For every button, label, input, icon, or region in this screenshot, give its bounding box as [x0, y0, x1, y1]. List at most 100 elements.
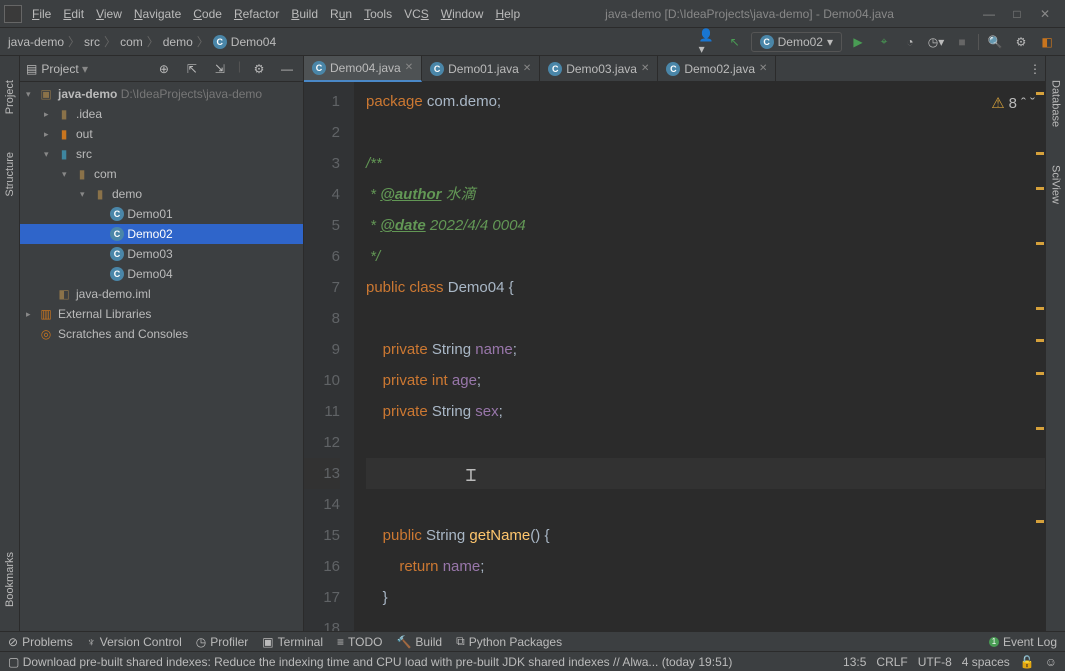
event-log[interactable]: 1 Event Log — [989, 635, 1057, 649]
coverage-button[interactable]: ◔ — [900, 32, 920, 52]
line-separator[interactable]: CRLF — [876, 655, 907, 669]
menu-view[interactable]: View — [90, 5, 128, 23]
menu-tools[interactable]: Tools — [358, 5, 398, 23]
close-icon[interactable]: ✕ — [405, 62, 413, 73]
caret-position[interactable]: 13:5 — [843, 655, 866, 669]
ide-features-icon[interactable]: ◧ — [1037, 32, 1057, 52]
editor-tab-active[interactable]: C Demo04.java ✕ — [304, 56, 422, 82]
tw-python-packages[interactable]: ⧉Python Packages — [456, 634, 562, 649]
tree-item[interactable]: ◧ java-demo.iml — [20, 284, 303, 304]
tree-class[interactable]: C Demo03 — [20, 244, 303, 264]
titlebar: File Edit View Navigate Code Refactor Bu… — [0, 0, 1065, 28]
tree-class[interactable]: C Demo01 — [20, 204, 303, 224]
close-icon[interactable]: ✕ — [759, 63, 767, 74]
status-message[interactable]: Download pre-built shared indexes: Reduc… — [23, 655, 843, 669]
breadcrumb-item[interactable]: Demo04 — [231, 35, 276, 49]
tree-external-libs[interactable]: ▸ ▥ External Libraries — [20, 304, 303, 324]
stop-button[interactable]: ■ — [952, 32, 972, 52]
tw-profiler[interactable]: ◷Profiler — [196, 635, 249, 649]
hammer-icon[interactable]: ↖ — [725, 32, 745, 52]
encoding[interactable]: UTF-8 — [918, 655, 952, 669]
breadcrumb-item[interactable]: java-demo — [8, 35, 64, 49]
tree-item[interactable]: ▾ ▮ com — [20, 164, 303, 184]
add-config-icon[interactable]: 👤▾ — [699, 32, 719, 52]
more-icon[interactable]: ⋮ — [1025, 59, 1045, 79]
tw-build[interactable]: 🔨Build — [396, 635, 442, 649]
tree-class-selected[interactable]: C Demo02 — [20, 224, 303, 244]
chevron-right-icon[interactable]: ▸ — [26, 309, 38, 320]
gear-icon[interactable]: ⚙ — [249, 59, 269, 79]
tree-item[interactable]: ▾ ▮ demo — [20, 184, 303, 204]
tw-terminal[interactable]: ▣Terminal — [262, 635, 323, 649]
tree-item[interactable]: ▾ ▮ src — [20, 144, 303, 164]
close-button[interactable]: ✕ — [1037, 6, 1053, 22]
settings-icon[interactable]: ⚙ — [1011, 32, 1031, 52]
editor-tab[interactable]: C Demo01.java ✕ — [422, 56, 540, 82]
editor-content[interactable]: 123456789101112131415161718 package com.… — [304, 82, 1045, 631]
code-area[interactable]: package com.demo; /** * @author 水滴 * @da… — [354, 82, 1045, 631]
breadcrumb-item[interactable]: demo — [163, 35, 193, 49]
tree-path: D:\IdeaProjects\java-demo — [121, 87, 262, 101]
chevron-right-icon[interactable]: ▸ — [44, 129, 56, 140]
tw-version-control[interactable]: ♆Version Control — [87, 635, 182, 649]
menu-help[interactable]: Help — [489, 5, 526, 23]
breadcrumb-item[interactable]: src — [84, 35, 100, 49]
menu-vcs[interactable]: VCS — [398, 5, 435, 23]
chevron-down-icon[interactable]: ▾ — [62, 169, 74, 180]
tool-tab-database[interactable]: Database — [1050, 76, 1062, 131]
menu-run[interactable]: Run — [324, 5, 358, 23]
tree-item[interactable]: ▸ ▮ .idea — [20, 104, 303, 124]
breadcrumb-item[interactable]: com — [120, 35, 143, 49]
chevron-up-icon[interactable]: ˆ — [1021, 88, 1026, 119]
indent[interactable]: 4 spaces — [962, 655, 1010, 669]
menu-code[interactable]: Code — [187, 5, 228, 23]
tree-scratches[interactable]: ◎ Scratches and Consoles — [20, 324, 303, 344]
menu-window[interactable]: Window — [435, 5, 490, 23]
readonly-icon[interactable]: 🔓 — [1020, 655, 1035, 669]
minimize-button[interactable]: — — [981, 6, 997, 22]
chevron-down-icon[interactable]: ▾ — [26, 89, 38, 100]
hide-icon[interactable]: — — [277, 59, 297, 79]
project-tree[interactable]: ▾ ▣ java-demo D:\IdeaProjects\java-demo … — [20, 82, 303, 631]
inspection-widget[interactable]: ⚠ 8 ˆ ˇ — [991, 88, 1035, 119]
folder-icon: ▮ — [56, 127, 72, 141]
debug-button[interactable]: ⌖ — [874, 32, 894, 52]
ide-status-icon[interactable]: ☺ — [1045, 655, 1057, 669]
chevron-right-icon[interactable]: ▸ — [44, 109, 56, 120]
error-stripe[interactable] — [1035, 82, 1045, 631]
maximize-button[interactable]: □ — [1009, 6, 1025, 22]
tool-tab-sciview[interactable]: SciView — [1050, 161, 1062, 208]
tool-tab-bookmarks[interactable]: Bookmarks — [4, 548, 16, 611]
tool-tab-project[interactable]: Project — [4, 76, 16, 118]
search-icon[interactable]: 🔍 — [985, 32, 1005, 52]
chevron-down-icon[interactable]: ▾ — [80, 189, 92, 200]
chevron-down-icon[interactable]: ▾ — [44, 149, 56, 160]
menu-build[interactable]: Build — [285, 5, 324, 23]
tree-root[interactable]: ▾ ▣ java-demo D:\IdeaProjects\java-demo — [20, 84, 303, 104]
tree-item[interactable]: ▸ ▮ out — [20, 124, 303, 144]
gutter[interactable]: 123456789101112131415161718 — [304, 82, 354, 631]
project-panel-title[interactable]: Project ▾ — [41, 62, 154, 76]
tree-class[interactable]: C Demo04 — [20, 264, 303, 284]
profile-button[interactable]: ◷▾ — [926, 32, 946, 52]
menu-file[interactable]: File — [26, 5, 57, 23]
tw-problems[interactable]: ⊘Problems — [8, 635, 73, 649]
expand-icon[interactable]: ⇱ — [182, 59, 202, 79]
editor-tab[interactable]: C Demo02.java ✕ — [658, 56, 776, 82]
run-button[interactable]: ▶ — [848, 32, 868, 52]
bottom-toolwindows: ⊘Problems ♆Version Control ◷Profiler ▣Te… — [0, 631, 1065, 651]
class-icon: C — [213, 35, 227, 49]
menu-refactor[interactable]: Refactor — [228, 5, 285, 23]
collapse-icon[interactable]: ⇲ — [210, 59, 230, 79]
menu-navigate[interactable]: Navigate — [128, 5, 187, 23]
menu-edit[interactable]: Edit — [57, 5, 90, 23]
close-icon[interactable]: ✕ — [641, 63, 649, 74]
tool-tab-structure[interactable]: Structure — [4, 148, 16, 201]
locate-icon[interactable]: ⊕ — [154, 59, 174, 79]
close-icon[interactable]: ✕ — [523, 63, 531, 74]
editor-tab[interactable]: C Demo03.java ✕ — [540, 56, 658, 82]
left-tool-strip: Project Structure Bookmarks — [0, 56, 20, 631]
tw-todo[interactable]: ≡TODO — [337, 635, 382, 649]
run-config-selector[interactable]: C Demo02 ▾ — [751, 32, 842, 52]
status-icon[interactable]: ▢ — [8, 655, 19, 669]
